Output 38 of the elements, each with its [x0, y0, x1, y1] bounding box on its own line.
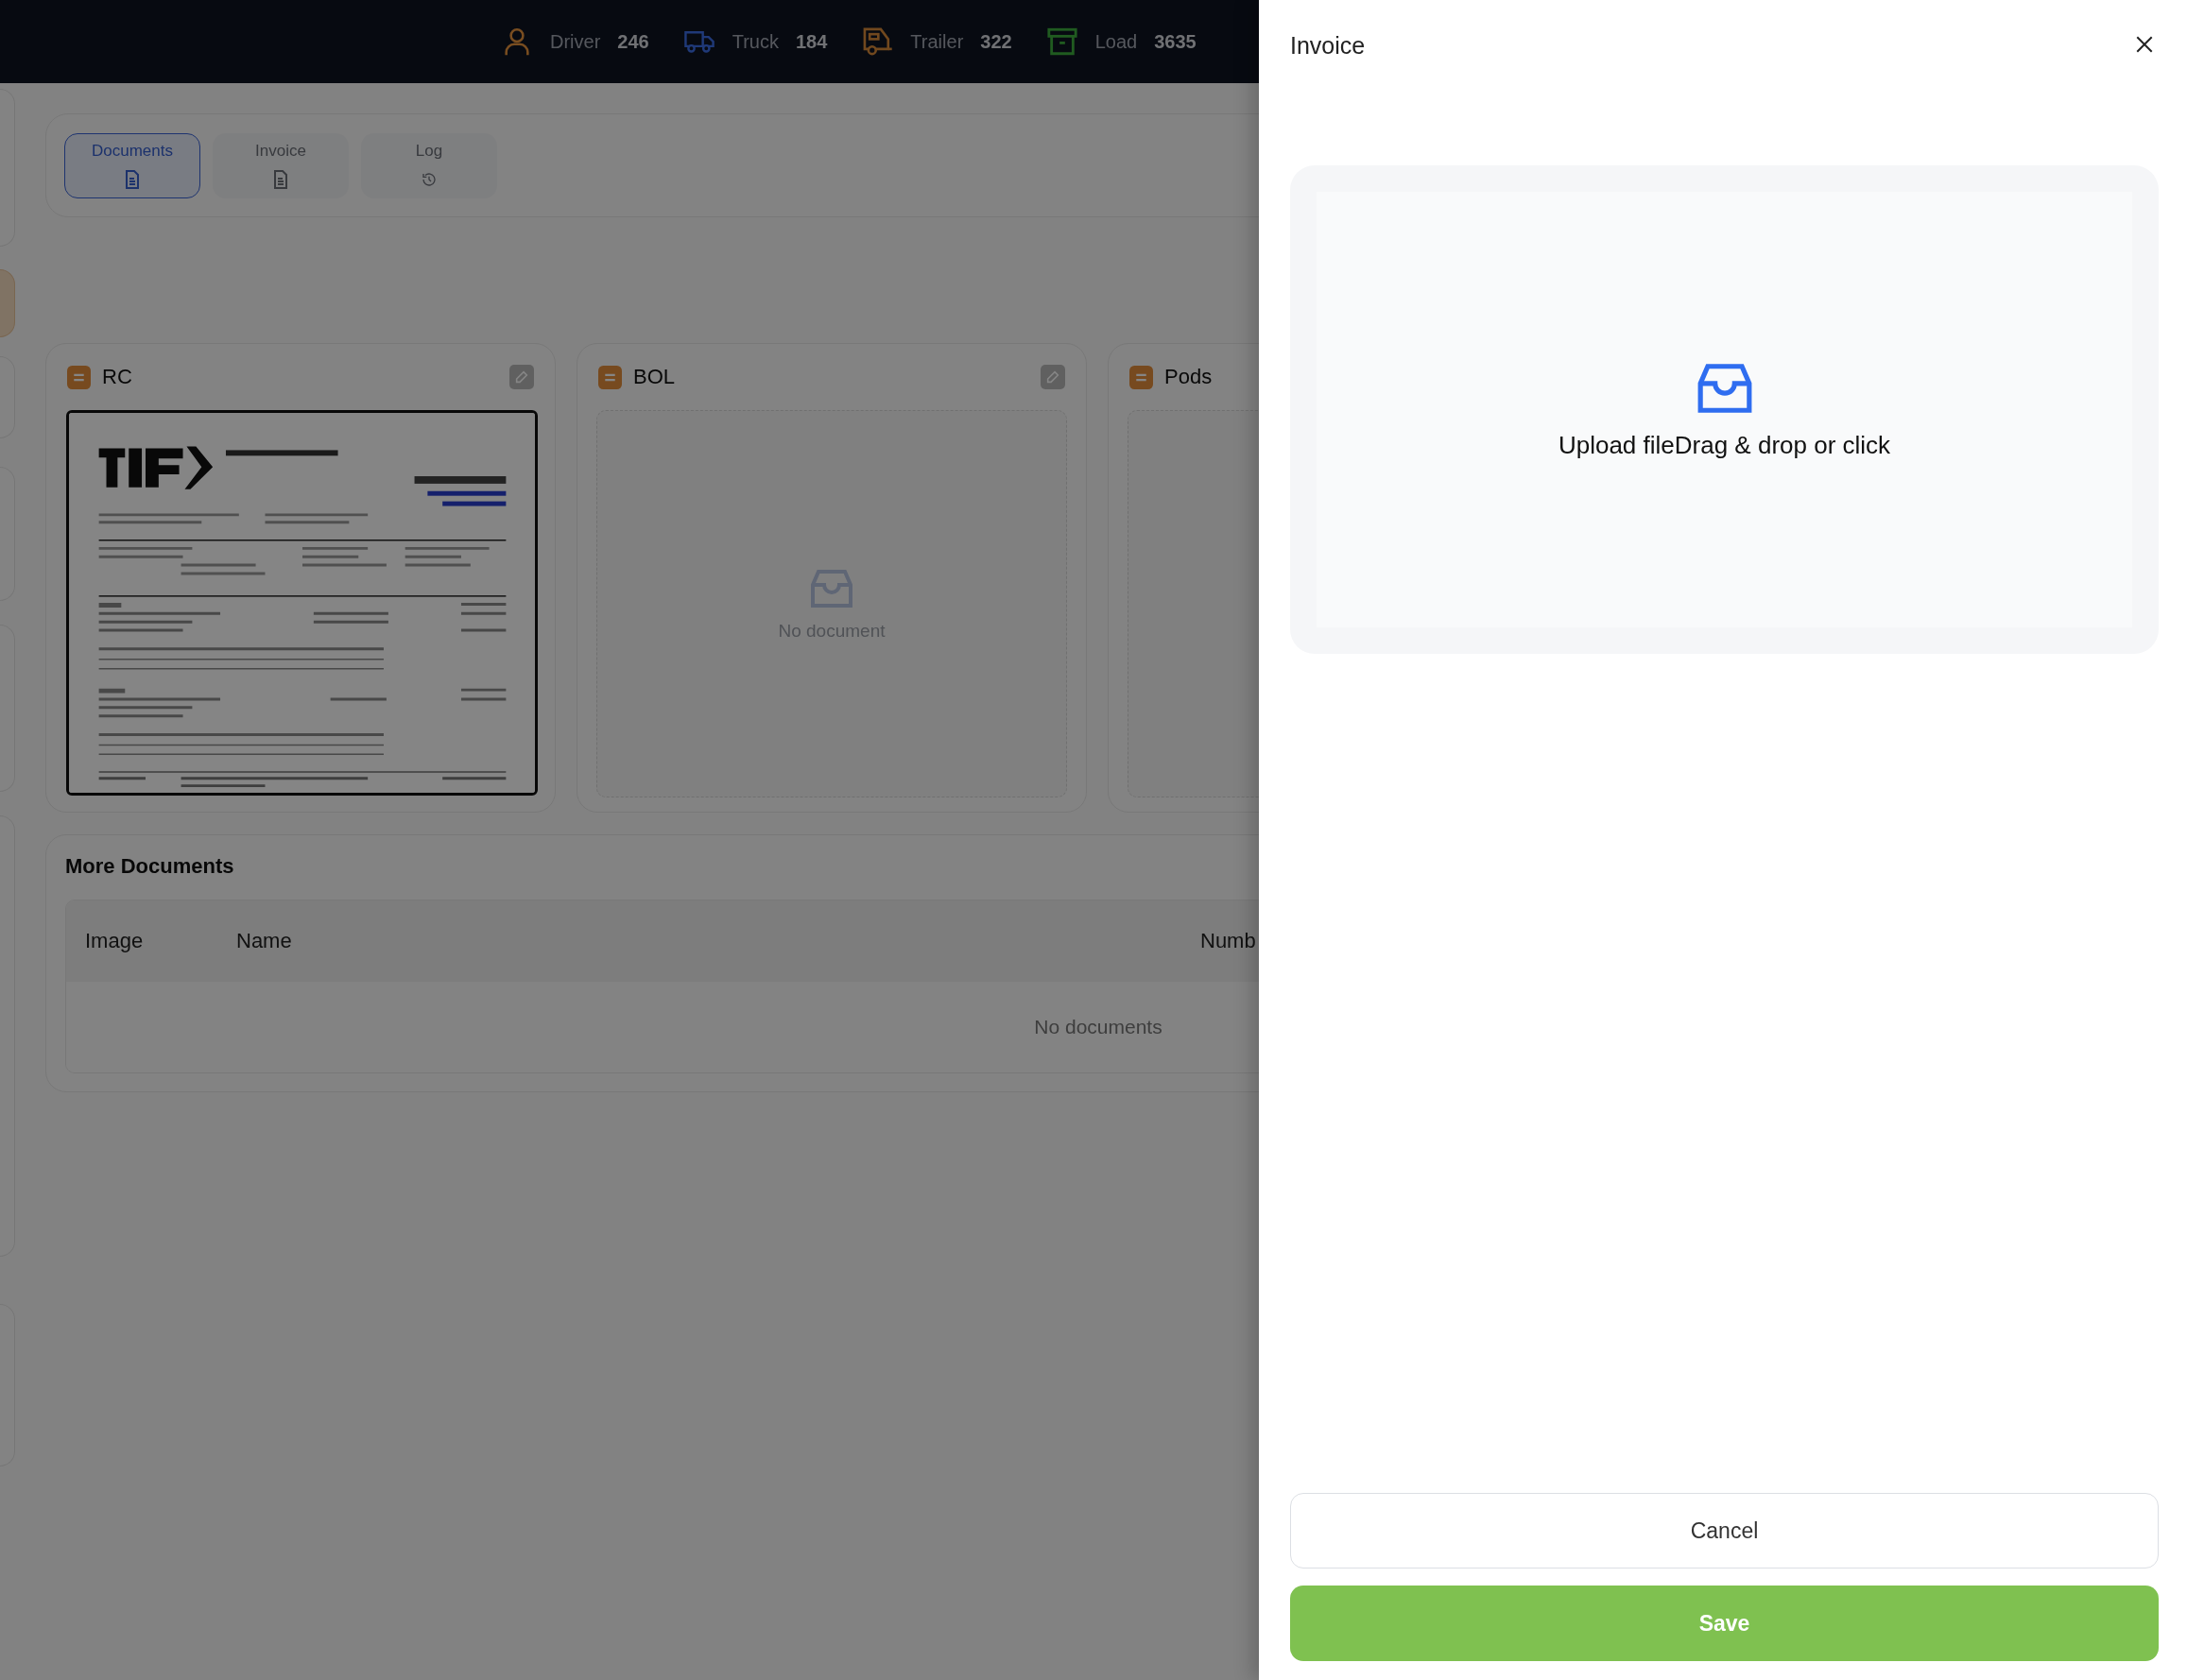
document-icon	[125, 170, 140, 189]
stat-label: Load	[1094, 30, 1138, 53]
stat-count: 246	[617, 30, 649, 53]
cancel-button[interactable]: Cancel	[1290, 1493, 2159, 1569]
card-title: RC	[102, 365, 133, 389]
stat-label: Trailer	[910, 30, 964, 53]
upload-text: Upload fileDrag & drop or click	[1558, 431, 1891, 460]
close-icon	[2134, 34, 2155, 55]
archive-box-icon	[1045, 26, 1078, 58]
pencil-icon	[514, 369, 529, 385]
column-header: Name	[236, 929, 293, 953]
tab[interactable]: Documents	[64, 132, 200, 198]
tab[interactable]: Log	[361, 132, 497, 198]
document-icon	[273, 170, 288, 189]
stat-label: Truck	[732, 30, 779, 53]
drawer-title: Invoice	[1290, 31, 1366, 60]
card-title: Pods	[1164, 365, 1214, 389]
trailer-icon	[861, 26, 894, 58]
stat-label: Driver	[550, 30, 601, 53]
card-title: BOL	[633, 365, 677, 389]
tab[interactable]: Invoice	[213, 132, 349, 198]
document-badge-icon	[598, 365, 622, 389]
section-title: More Documents	[65, 854, 235, 880]
document-badge-icon	[1129, 365, 1153, 389]
stat-count: 184	[796, 30, 828, 53]
edit-button[interactable]	[1041, 365, 1065, 389]
column-header: Numb	[1200, 929, 1257, 953]
stat-count: 322	[980, 30, 1012, 53]
pencil-icon	[1045, 369, 1060, 385]
document-badge-icon	[67, 365, 91, 389]
upload-area[interactable]: Upload fileDrag & drop or click	[1290, 165, 2159, 654]
history-icon	[422, 170, 437, 189]
empty-table-text: No documents	[1034, 1016, 1162, 1038]
column-header: Image	[85, 929, 145, 953]
stat-count: 3635	[1154, 30, 1197, 53]
sidebar-panel	[0, 269, 15, 337]
save-button[interactable]: Save	[1290, 1586, 2159, 1661]
edit-button[interactable]	[509, 365, 534, 389]
